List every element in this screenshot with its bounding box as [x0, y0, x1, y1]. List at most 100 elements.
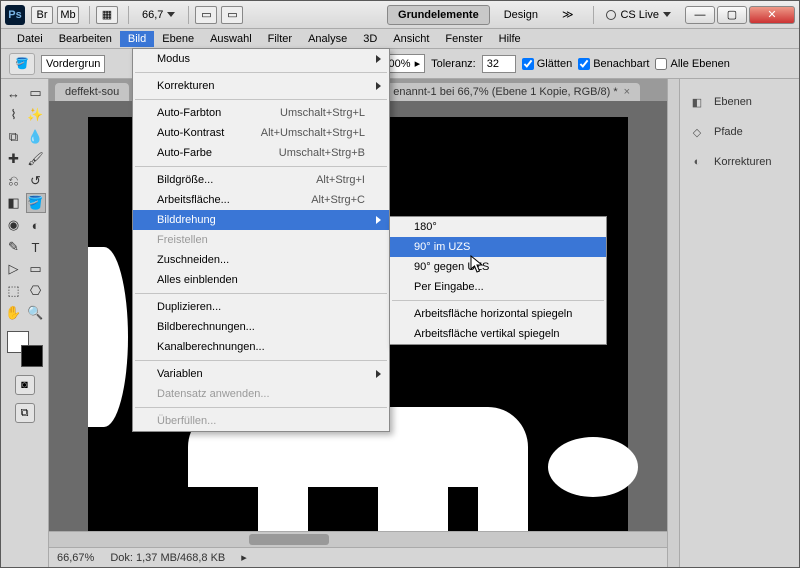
- menu-analyse[interactable]: Analyse: [300, 31, 355, 47]
- history-brush-tool[interactable]: ↺: [26, 171, 46, 191]
- menu-filter[interactable]: Filter: [260, 31, 300, 47]
- bild-item-4[interactable]: Auto-FarbtonUmschalt+Strg+L: [133, 103, 389, 123]
- color-swatches[interactable]: [7, 331, 43, 367]
- blur-tool[interactable]: ◉: [4, 215, 24, 235]
- menu-3d[interactable]: 3D: [355, 31, 385, 47]
- chevron-down-icon: [167, 12, 175, 17]
- bridge-button[interactable]: Br: [31, 6, 53, 24]
- stamp-tool[interactable]: ⎌: [4, 171, 24, 191]
- cs-live-button[interactable]: CS Live: [600, 7, 677, 23]
- bucket-tool-icon[interactable]: 🪣: [9, 53, 35, 75]
- circle-icon: [606, 10, 616, 20]
- type-tool[interactable]: T: [26, 237, 46, 257]
- menu-fenster[interactable]: Fenster: [437, 31, 490, 47]
- doc-status[interactable]: Dok: 1,37 MB/468,8 KB: [110, 552, 225, 564]
- zoom-level[interactable]: 66,7: [135, 6, 182, 24]
- antialias-checkbox[interactable]: Glätten: [522, 58, 572, 70]
- eyedropper-tool[interactable]: 💧: [26, 127, 46, 147]
- scrollbar-horizontal[interactable]: [49, 531, 667, 547]
- dodge-tool[interactable]: ◐: [26, 215, 46, 235]
- eraser-tool[interactable]: ◧: [4, 193, 24, 213]
- rot-item-2[interactable]: 90° gegen UZS: [390, 257, 606, 277]
- panels-sidebar: ◧Ebenen ◇Pfade ◐Korrekturen: [679, 79, 799, 567]
- panel-korrekturen[interactable]: ◐Korrekturen: [684, 147, 795, 177]
- heal-tool[interactable]: ✚: [4, 149, 24, 169]
- bild-item-10[interactable]: Bilddrehung: [133, 210, 389, 230]
- camera-tool[interactable]: ⎔: [26, 281, 46, 301]
- bild-item-20: Datensatz anwenden...: [133, 384, 389, 404]
- minimize-button[interactable]: —: [685, 6, 715, 24]
- bild-item-16[interactable]: Bildberechnungen...: [133, 317, 389, 337]
- menu-bild[interactable]: Bild: [120, 31, 154, 47]
- bild-item-15[interactable]: Duplizieren...: [133, 297, 389, 317]
- bild-item-6[interactable]: Auto-FarbeUmschalt+Strg+B: [133, 143, 389, 163]
- scroll-thumb[interactable]: [249, 534, 329, 545]
- marquee-tool[interactable]: ▭: [26, 83, 46, 103]
- menu-bearbeiten[interactable]: Bearbeiten: [51, 31, 120, 47]
- workspace-more[interactable]: ≫: [552, 5, 584, 24]
- path-tool[interactable]: ▷: [4, 259, 24, 279]
- screenmode-button[interactable]: ⧉: [15, 403, 35, 423]
- zoom-tool[interactable]: 🔍: [26, 303, 46, 323]
- bild-item-2[interactable]: Korrekturen: [133, 76, 389, 96]
- status-bar: 66,67% Dok: 1,37 MB/468,8 KB ▸: [49, 547, 667, 567]
- menu-ansicht[interactable]: Ansicht: [385, 31, 437, 47]
- wand-tool[interactable]: ✨: [26, 105, 46, 125]
- rot-item-3[interactable]: Per Eingabe...: [390, 277, 606, 297]
- minibridge-button[interactable]: Mb: [57, 6, 79, 24]
- screen-button[interactable]: ▭: [221, 6, 243, 24]
- workspace-grundelemente[interactable]: Grundelemente: [387, 5, 490, 25]
- rot-item-6[interactable]: Arbeitsfläche vertikal spiegeln: [390, 324, 606, 344]
- workspace-design[interactable]: Design: [494, 6, 548, 24]
- bild-item-8[interactable]: Bildgröße...Alt+Strg+I: [133, 170, 389, 190]
- paths-icon: ◇: [688, 123, 706, 141]
- close-icon[interactable]: ×: [624, 86, 630, 98]
- shape-tool[interactable]: ▭: [26, 259, 46, 279]
- quickmask-button[interactable]: ◙: [15, 375, 35, 395]
- bilddrehung-submenu: 180°90° im UZS90° gegen UZSPer Eingabe..…: [389, 216, 607, 345]
- ps-icon[interactable]: Ps: [5, 5, 25, 25]
- crop-tool[interactable]: ⧉: [4, 127, 24, 147]
- move-tool[interactable]: ↔: [4, 83, 24, 103]
- bild-item-17[interactable]: Kanalberechnungen...: [133, 337, 389, 357]
- bild-item-13[interactable]: Alles einblenden: [133, 270, 389, 290]
- panel-gutter[interactable]: [667, 79, 679, 567]
- fill-mode[interactable]: Vordergrun: [41, 55, 105, 73]
- bild-item-5[interactable]: Auto-KontrastAlt+Umschalt+Strg+L: [133, 123, 389, 143]
- bild-item-12[interactable]: Zuschneiden...: [133, 250, 389, 270]
- bild-item-9[interactable]: Arbeitsfläche...Alt+Strg+C: [133, 190, 389, 210]
- tolerance-field[interactable]: 32: [482, 55, 516, 73]
- menu-auswahl[interactable]: Auswahl: [202, 31, 260, 47]
- background-color[interactable]: [21, 345, 43, 367]
- bild-item-0[interactable]: Modus: [133, 49, 389, 69]
- chevron-right-icon: [376, 370, 381, 378]
- rot-item-1[interactable]: 90° im UZS: [390, 237, 606, 257]
- panel-ebenen[interactable]: ◧Ebenen: [684, 87, 795, 117]
- hand-tool[interactable]: ✋: [4, 303, 24, 323]
- maximize-button[interactable]: ▢: [717, 6, 747, 24]
- tab-1[interactable]: deffekt-sou: [55, 83, 129, 101]
- all-layers-checkbox[interactable]: Alle Ebenen: [655, 58, 729, 70]
- menu-datei[interactable]: Datei: [9, 31, 51, 47]
- zoom-status[interactable]: 66,67%: [57, 552, 94, 564]
- contiguous-checkbox[interactable]: Benachbart: [578, 58, 649, 70]
- panel-pfade[interactable]: ◇Pfade: [684, 117, 795, 147]
- lasso-tool[interactable]: ⌇: [4, 105, 24, 125]
- extras-button[interactable]: ▭: [195, 6, 217, 24]
- bucket-tool[interactable]: 🪣: [26, 193, 46, 213]
- menu-hilfe[interactable]: Hilfe: [491, 31, 529, 47]
- close-button[interactable]: ✕: [749, 6, 795, 24]
- 3d-tool[interactable]: ⬚: [4, 281, 24, 301]
- titlebar: Ps Br Mb ▦ 66,7 ▭ ▭ Grundelemente Design…: [1, 1, 799, 29]
- tab-2[interactable]: enannt-1 bei 66,7% (Ebene 1 Kopie, RGB/8…: [383, 83, 640, 101]
- layers-icon: ◧: [688, 93, 706, 111]
- menu-ebene[interactable]: Ebene: [154, 31, 202, 47]
- pen-tool[interactable]: ✎: [4, 237, 24, 257]
- bild-item-19[interactable]: Variablen: [133, 364, 389, 384]
- bild-dropdown: Modus Korrekturen Auto-FarbtonUmschalt+Str…: [132, 48, 390, 432]
- arrange-button[interactable]: ▦: [96, 6, 118, 24]
- rot-item-5[interactable]: Arbeitsfläche horizontal spiegeln: [390, 304, 606, 324]
- brush-tool[interactable]: 🖌: [26, 149, 46, 169]
- options-bar: 🪣 Vordergrun 100%▸ Toleranz: 32 Glätten …: [1, 49, 799, 79]
- rot-item-0[interactable]: 180°: [390, 217, 606, 237]
